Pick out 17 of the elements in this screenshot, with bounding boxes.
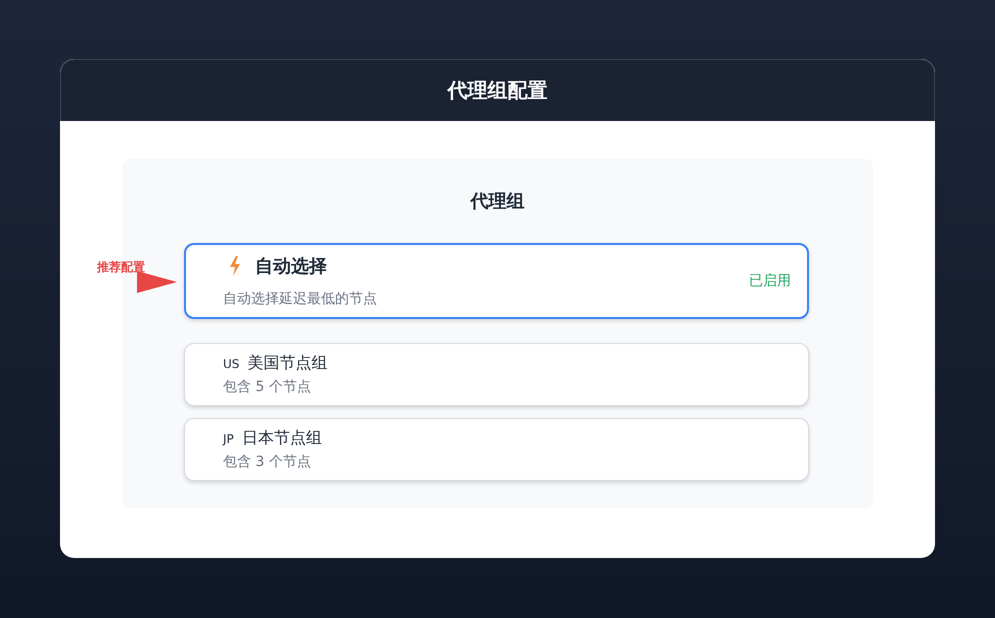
arrow-icon bbox=[137, 271, 177, 293]
country-code: JP bbox=[223, 432, 234, 446]
group-description: 自动选择延迟最低的节点 bbox=[223, 290, 377, 308]
panel-title: 代理组 bbox=[469, 190, 526, 213]
status-label: 已启用 bbox=[749, 272, 791, 290]
proxy-group-item[interactable]: US 美国节点组 包含 5 个节点 bbox=[184, 343, 809, 406]
annotation-label: 推荐配置 bbox=[97, 259, 145, 276]
group-description: 包含 3 个节点 bbox=[223, 453, 312, 471]
proxy-group-item[interactable]: JP 日本节点组 包含 3 个节点 bbox=[184, 418, 809, 481]
window-title: 代理组配置 bbox=[448, 77, 548, 104]
group-name: 日本节点组 bbox=[242, 428, 322, 449]
group-name: 美国节点组 bbox=[247, 353, 328, 374]
country-code: US bbox=[223, 356, 240, 370]
proxy-group-item[interactable]: 自动选择 自动选择延迟最低的节点 已启用 bbox=[184, 243, 809, 319]
group-description: 包含 5 个节点 bbox=[223, 378, 312, 396]
group-name: 自动选择 bbox=[255, 255, 327, 278]
lightning-icon bbox=[229, 256, 241, 276]
